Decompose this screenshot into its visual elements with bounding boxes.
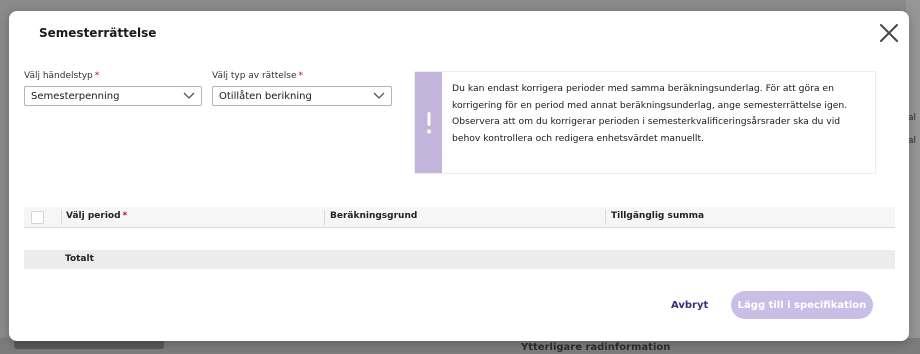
column-header-available-amount[interactable]: Tillgänglig summa bbox=[611, 211, 704, 221]
add-to-specification-button[interactable]: Lägg till i specifikation bbox=[731, 291, 873, 319]
exclamation-icon bbox=[426, 111, 431, 133]
background-text-fragment: al bbox=[908, 113, 917, 123]
info-notice: Du kan endast korrigera perioder med sam… bbox=[414, 71, 876, 174]
select-all-checkbox[interactable] bbox=[31, 211, 44, 224]
column-divider bbox=[605, 210, 606, 225]
column-header-period[interactable]: Välj period * bbox=[66, 211, 127, 221]
semesterrattelse-dialog: Semesterrättelse Välj händelstyp * Semest… bbox=[9, 11, 909, 341]
close-icon bbox=[880, 24, 898, 42]
event-type-value: Semesterpenning bbox=[31, 91, 120, 102]
dialog-title: Semesterrättelse bbox=[39, 26, 157, 40]
correction-type-label: Välj typ av rättelse * bbox=[212, 71, 304, 81]
table-total-row: Totalt bbox=[24, 250, 895, 269]
correction-type-select[interactable]: Otillåten berikning bbox=[212, 86, 392, 106]
required-mark: * bbox=[298, 71, 304, 81]
background-section-title: Ytterligare radinformation bbox=[521, 342, 671, 353]
event-type-label: Välj händelstyp * bbox=[24, 71, 100, 81]
column-divider bbox=[61, 210, 62, 225]
required-mark: * bbox=[94, 71, 100, 81]
chevron-down-icon bbox=[373, 92, 385, 99]
chevron-down-icon bbox=[183, 92, 195, 99]
info-accent-bar bbox=[415, 72, 442, 173]
close-button[interactable] bbox=[877, 21, 901, 45]
total-label: Totalt bbox=[65, 254, 94, 264]
column-header-calculation-basis[interactable]: Beräkningsgrund bbox=[330, 211, 417, 221]
cancel-button[interactable]: Avbryt bbox=[671, 300, 708, 311]
correction-type-value: Otillåten berikning bbox=[219, 91, 312, 102]
required-mark: * bbox=[122, 211, 128, 221]
event-type-select[interactable]: Semesterpenning bbox=[24, 86, 202, 106]
background-text-fragment: al bbox=[908, 136, 917, 146]
info-text: Du kan endast korrigera perioder med sam… bbox=[452, 83, 848, 144]
table-header: Välj period * Beräkningsgrund Tillgänglig… bbox=[24, 207, 895, 228]
column-divider bbox=[324, 210, 325, 225]
